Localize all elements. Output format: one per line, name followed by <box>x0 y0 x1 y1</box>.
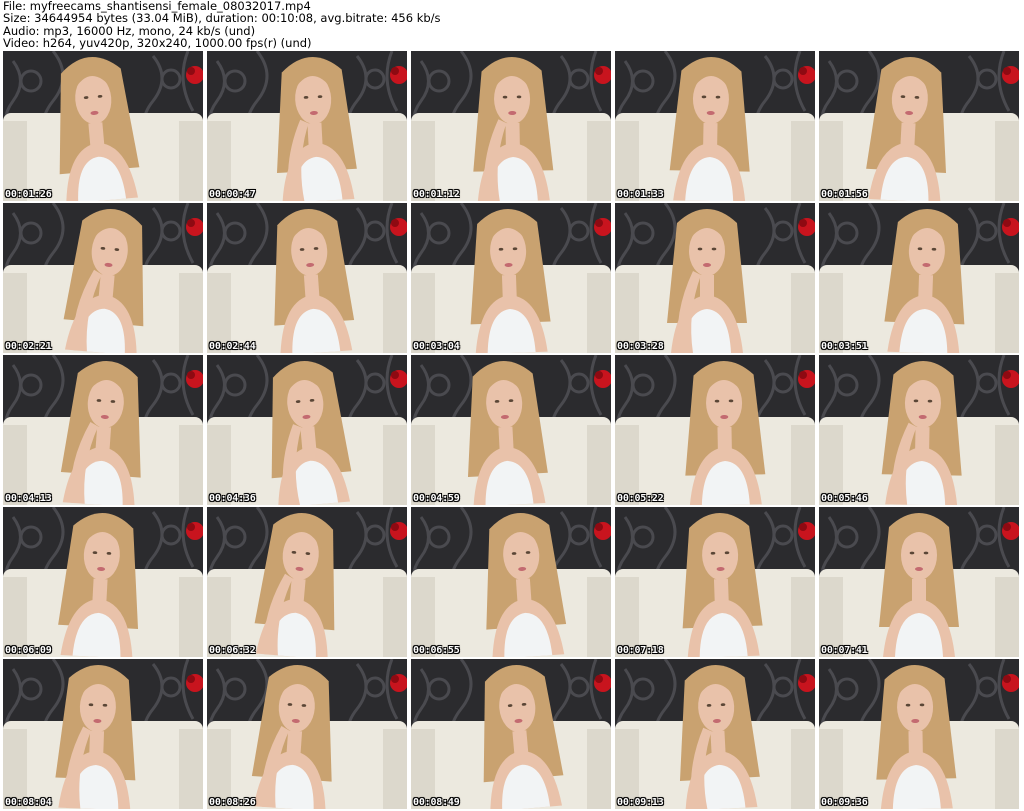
thumbnail-timestamp: 00:03:28 <box>617 341 664 352</box>
webcam-frame-image <box>411 659 611 809</box>
webcam-frame-image <box>615 659 815 809</box>
webcam-frame-image <box>3 507 203 657</box>
video-thumbnail[interactable]: 00:05:46 <box>819 355 1019 505</box>
video-thumbnail[interactable]: 00:08:26 <box>207 659 407 809</box>
webcam-frame-image <box>411 355 611 505</box>
video-thumbnail[interactable]: 00:02:21 <box>3 203 203 353</box>
thumbnail-timestamp: 00:09:13 <box>617 797 664 808</box>
thumbnail-timestamp: 00:06:55 <box>413 645 460 656</box>
thumbnail-timestamp: 00:03:04 <box>413 341 460 352</box>
video-thumbnail[interactable]: 00:08:49 <box>411 659 611 809</box>
webcam-frame-image <box>615 507 815 657</box>
video-thumbnail[interactable]: 00:06:32 <box>207 507 407 657</box>
thumbnail-timestamp: 00:03:51 <box>821 341 868 352</box>
video-thumbnail[interactable]: 00:01:56 <box>819 51 1019 201</box>
thumbnail-timestamp: 00:02:21 <box>5 341 52 352</box>
video-thumbnail[interactable]: 00:07:18 <box>615 507 815 657</box>
video-thumbnail[interactable]: 00:01:33 <box>615 51 815 201</box>
webcam-frame-image <box>615 355 815 505</box>
video-thumbnail[interactable]: 00:03:04 <box>411 203 611 353</box>
video-thumbnail[interactable]: 00:06:55 <box>411 507 611 657</box>
file-info-header: File: myfreecams_shantisensi_female_0803… <box>3 0 1019 50</box>
webcam-frame-image <box>819 355 1019 505</box>
thumbnail-timestamp: 00:02:44 <box>209 341 256 352</box>
video-thumbnail[interactable]: 00:04:13 <box>3 355 203 505</box>
thumbnail-timestamp: 00:04:59 <box>413 493 460 504</box>
webcam-frame-image <box>411 203 611 353</box>
thumbnail-timestamp: 00:01:12 <box>413 189 460 200</box>
thumbnail-timestamp: 00:07:41 <box>821 645 868 656</box>
thumbnail-timestamp: 00:08:04 <box>5 797 52 808</box>
webcam-frame-image <box>411 507 611 657</box>
thumbnail-timestamp: 00:05:22 <box>617 493 664 504</box>
video-thumbnail[interactable]: 00:08:04 <box>3 659 203 809</box>
webcam-frame-image <box>3 203 203 353</box>
thumbnail-timestamp: 00:01:56 <box>821 189 868 200</box>
webcam-frame-image <box>207 203 407 353</box>
webcam-frame-image <box>615 51 815 201</box>
thumbnail-timestamp: 00:06:09 <box>5 645 52 656</box>
video-thumbnail[interactable]: 00:03:28 <box>615 203 815 353</box>
video-thumbnail[interactable]: 00:01:12 <box>411 51 611 201</box>
video-thumbnail[interactable]: 00:00:47 <box>207 51 407 201</box>
video-thumbnail[interactable]: 00:03:51 <box>819 203 1019 353</box>
webcam-frame-image <box>819 507 1019 657</box>
webcam-frame-image <box>819 659 1019 809</box>
thumbnail-timestamp: 00:00:47 <box>209 189 256 200</box>
video-thumbnail[interactable]: 00:09:36 <box>819 659 1019 809</box>
thumbnail-grid: 00:01:26 00:00:47 00:01:12 00:01:33 00:01:56… <box>0 50 1024 811</box>
webcam-frame-image <box>207 51 407 201</box>
webcam-frame-image <box>3 659 203 809</box>
thumbnail-timestamp: 00:08:49 <box>413 797 460 808</box>
thumbnail-timestamp: 00:06:32 <box>209 645 256 656</box>
video-thumbnail[interactable]: 00:04:36 <box>207 355 407 505</box>
video-thumbnail[interactable]: 00:04:59 <box>411 355 611 505</box>
thumbnail-timestamp: 00:05:46 <box>821 493 868 504</box>
webcam-frame-image <box>3 51 203 201</box>
webcam-frame-image <box>207 507 407 657</box>
thumbnail-timestamp: 00:07:18 <box>617 645 664 656</box>
thumbnail-timestamp: 00:04:36 <box>209 493 256 504</box>
thumbnail-timestamp: 00:08:26 <box>209 797 256 808</box>
webcam-frame-image <box>3 355 203 505</box>
webcam-frame-image <box>615 203 815 353</box>
video-thumbnail[interactable]: 00:09:13 <box>615 659 815 809</box>
webcam-frame-image <box>819 51 1019 201</box>
video-thumbnail[interactable]: 00:02:44 <box>207 203 407 353</box>
webcam-frame-image <box>819 203 1019 353</box>
video-thumbnail[interactable]: 00:01:26 <box>3 51 203 201</box>
video-thumbnail[interactable]: 00:05:22 <box>615 355 815 505</box>
webcam-frame-image <box>207 659 407 809</box>
thumbnail-timestamp: 00:01:26 <box>5 189 52 200</box>
webcam-frame-image <box>207 355 407 505</box>
video-thumbnail[interactable]: 00:07:41 <box>819 507 1019 657</box>
video-info-line: Video: h264, yuv420p, 320x240, 1000.00 f… <box>3 35 312 50</box>
thumbnail-timestamp: 00:04:13 <box>5 493 52 504</box>
file-size-line: Size: 34644954 bytes (33.04 MiB), durati… <box>3 11 441 26</box>
thumbnail-timestamp: 00:01:33 <box>617 189 664 200</box>
webcam-frame-image <box>411 51 611 201</box>
video-thumbnail[interactable]: 00:06:09 <box>3 507 203 657</box>
thumbnail-timestamp: 00:09:36 <box>821 797 868 808</box>
